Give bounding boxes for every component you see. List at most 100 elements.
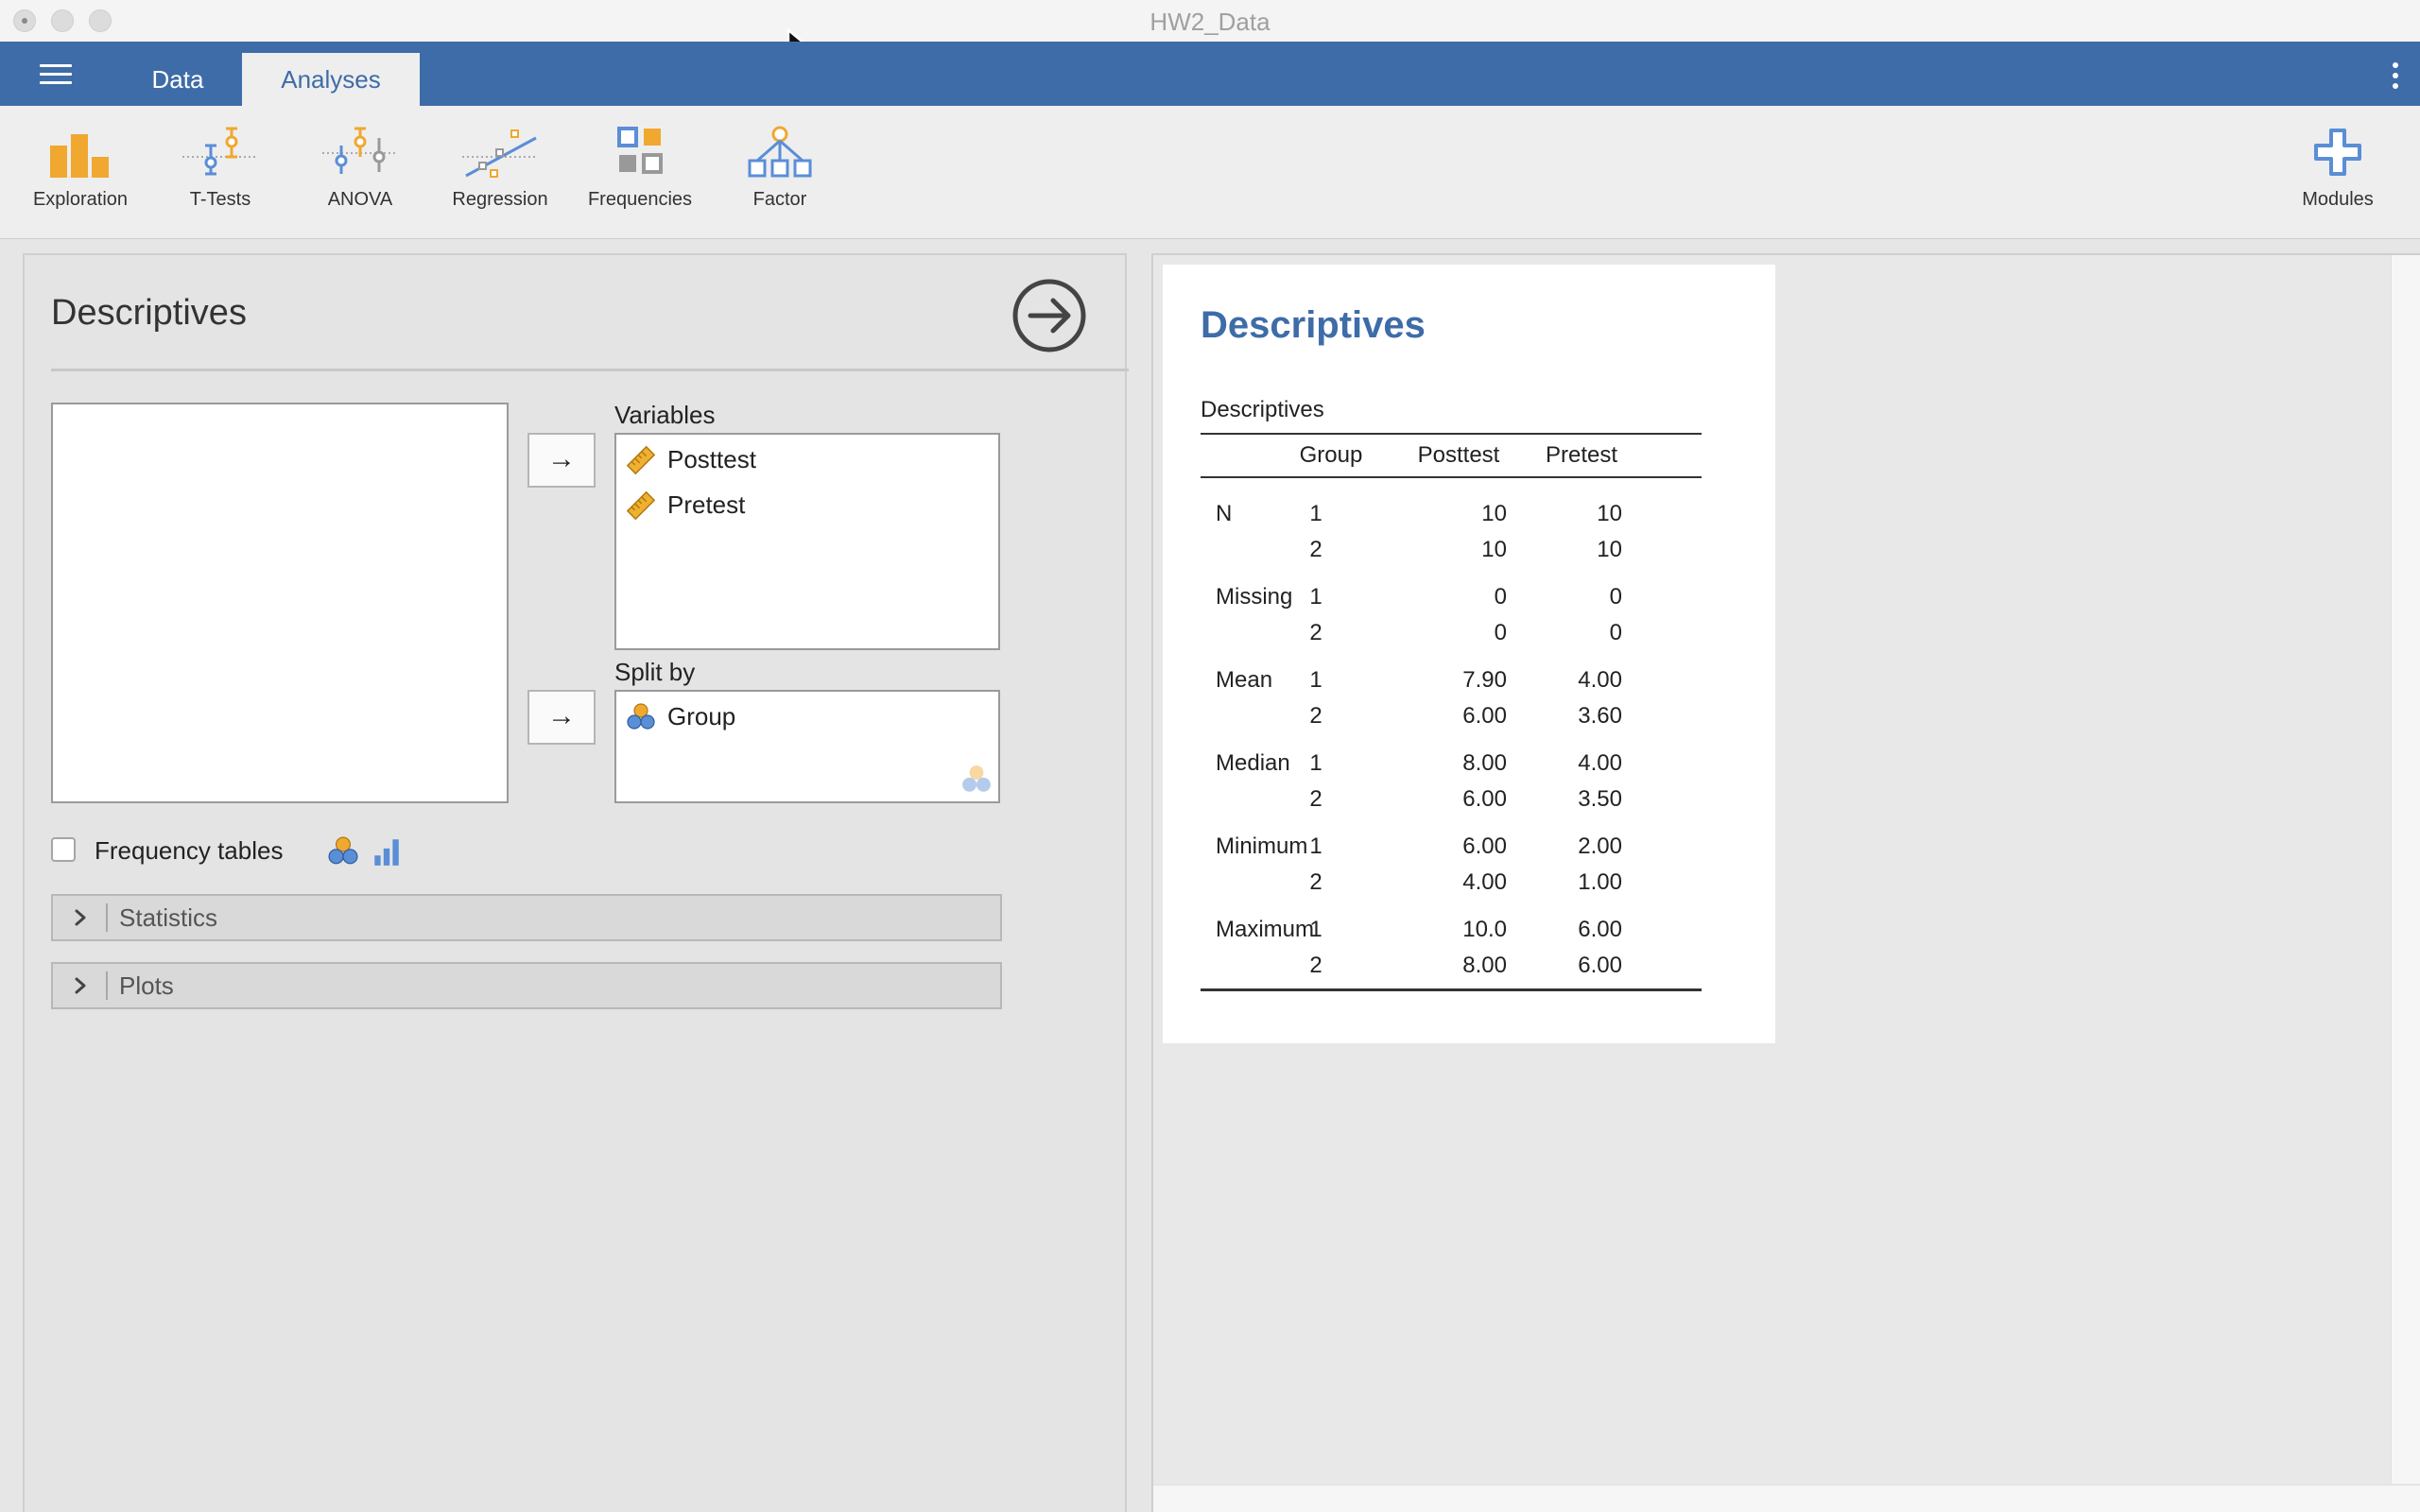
results-horizontal-scrollbar[interactable] (1153, 1485, 2420, 1512)
statistics-section-header[interactable]: Statistics (51, 894, 1002, 941)
table-cell-pretest: 2.00 (1578, 833, 1622, 859)
continuous-ruler-icon (626, 490, 656, 521)
statistics-section-title: Statistics (119, 903, 218, 932)
table-cell-posttest: 0 (1494, 584, 1507, 610)
ribbon-anova-button[interactable]: ANOVA (289, 125, 431, 211)
variable-name: Posttest (667, 445, 756, 473)
table-cell-posttest: 10.0 (1462, 917, 1507, 942)
plots-section-title: Plots (119, 971, 174, 1000)
split-by-target-list[interactable]: Group (614, 690, 1000, 803)
ribbon-exploration-button[interactable]: Exploration (9, 125, 151, 211)
ribbon-t-tests-button[interactable]: T-Tests (149, 125, 291, 211)
ribbon-regression-label: Regression (452, 189, 548, 210)
table-cell-pretest: 3.60 (1578, 703, 1622, 729)
window-titlebar: HW2_Data (0, 0, 2420, 43)
table-cell-pretest: 10 (1597, 537, 1622, 562)
table-cell-group: 1 (1309, 501, 1322, 526)
ribbon-frequencies-button[interactable]: Frequencies (569, 125, 711, 211)
table-cell-posttest: 8.00 (1462, 750, 1507, 776)
table-cell-statistic: N (1216, 501, 1233, 526)
exploration-icon (50, 134, 109, 178)
table-cell-group: 1 (1309, 833, 1322, 859)
table-cell-group: 2 (1309, 953, 1322, 978)
results-title: Descriptives (1201, 304, 1426, 346)
table-cell-group: 2 (1309, 703, 1322, 729)
table-header-rule (1201, 476, 1702, 478)
nominal-type-hint-icon (962, 765, 991, 792)
regression-icon (462, 129, 538, 178)
chevron-right-icon (75, 909, 86, 926)
table-cell-pretest: 0 (1609, 584, 1622, 610)
table-cell-posttest: 4.00 (1462, 869, 1507, 895)
results-panel: Descriptives Descriptives Group Posttest… (1151, 253, 2420, 1512)
table-cell-group: 2 (1309, 620, 1322, 645)
table-top-rule (1201, 433, 1702, 435)
table-cell-pretest: 4.00 (1578, 750, 1622, 776)
main-tab-bar: Data Analyses (0, 42, 2420, 106)
section-separator (106, 903, 108, 932)
section-separator (106, 971, 108, 1000)
close-options-arrow-icon[interactable] (1011, 278, 1087, 353)
descriptives-results-card[interactable]: Descriptives Descriptives Group Posttest… (1163, 265, 1775, 1043)
main-menu-icon[interactable] (40, 64, 72, 85)
table-cell-posttest: 0 (1494, 620, 1507, 645)
ribbon-anova-label: ANOVA (327, 189, 393, 210)
variables-label: Variables (614, 401, 716, 429)
options-title-divider (51, 369, 1129, 371)
continuous-ruler-icon (626, 445, 656, 475)
analysis-options-panel: Descriptives → → Variables Posttest Pret… (23, 253, 1129, 1512)
table-cell-pretest: 6.00 (1578, 953, 1622, 978)
nominal-variable-icon (328, 836, 358, 865)
table-cell-statistic: Minimum (1216, 833, 1308, 859)
table-cell-statistic: Median (1216, 750, 1290, 776)
table-cell-group: 2 (1309, 869, 1322, 895)
table-cell-pretest: 6.00 (1578, 917, 1622, 942)
ribbon-frequencies-label: Frequencies (587, 189, 693, 210)
column-header-group: Group (1299, 442, 1363, 468)
results-vertical-scrollbar[interactable] (2391, 255, 2420, 1484)
modules-plus-icon (2314, 129, 2361, 176)
column-header-posttest: Posttest (1417, 442, 1500, 468)
table-cell-group: 1 (1309, 750, 1322, 776)
analyses-ribbon: Exploration T-Tests ANOVA Regression Fre… (0, 106, 2420, 239)
frequency-tables-checkbox[interactable] (51, 837, 76, 862)
ribbon-factor-button[interactable]: Factor (709, 125, 851, 211)
factor-icon (748, 126, 812, 178)
more-options-icon[interactable] (2392, 62, 2399, 89)
plots-section-header[interactable]: Plots (51, 962, 1002, 1009)
table-cell-pretest: 4.00 (1578, 667, 1622, 693)
ribbon-regression-button[interactable]: Regression (429, 125, 571, 211)
table-cell-pretest: 1.00 (1578, 869, 1622, 895)
ribbon-modules-button[interactable]: Modules (2267, 125, 2409, 211)
window-title: HW2_Data (1150, 8, 1270, 36)
column-header-pretest: Pretest (1545, 442, 1618, 468)
tab-analyses[interactable]: Analyses (242, 53, 420, 106)
variables-target-list[interactable]: Posttest Pretest (614, 433, 1000, 650)
table-cell-posttest: 6.00 (1462, 703, 1507, 729)
table-cell-pretest: 3.50 (1578, 786, 1622, 812)
ribbon-factor-label: Factor (752, 189, 807, 210)
t-tests-icon (182, 127, 258, 176)
tab-data[interactable]: Data (125, 53, 231, 106)
table-cell-posttest: 6.00 (1462, 786, 1507, 812)
table-cell-posttest: 10 (1481, 537, 1507, 562)
table-cell-statistic: Maximum (1216, 917, 1315, 942)
table-cell-posttest: 6.00 (1462, 833, 1507, 859)
frequency-tables-label: Frequency tables (95, 836, 284, 865)
available-variables-list[interactable] (51, 403, 509, 803)
table-cell-posttest: 7.90 (1462, 667, 1507, 693)
table-caption: Descriptives (1201, 397, 1324, 422)
table-cell-group: 2 (1309, 786, 1322, 812)
options-panel-title: Descriptives (51, 293, 247, 333)
table-cell-group: 1 (1309, 667, 1322, 693)
table-bottom-rule (1201, 988, 1702, 991)
variable-name: Group (667, 702, 736, 730)
ribbon-exploration-label: Exploration (32, 189, 129, 210)
variable-name: Pretest (667, 490, 746, 519)
ribbon-modules-label: Modules (2302, 189, 2374, 210)
move-to-split-by-button[interactable]: → (527, 690, 596, 745)
chevron-right-icon (75, 977, 86, 994)
ordinal-variable-icon (374, 839, 399, 866)
table-cell-posttest: 10 (1481, 501, 1507, 526)
move-to-variables-button[interactable]: → (527, 433, 596, 488)
